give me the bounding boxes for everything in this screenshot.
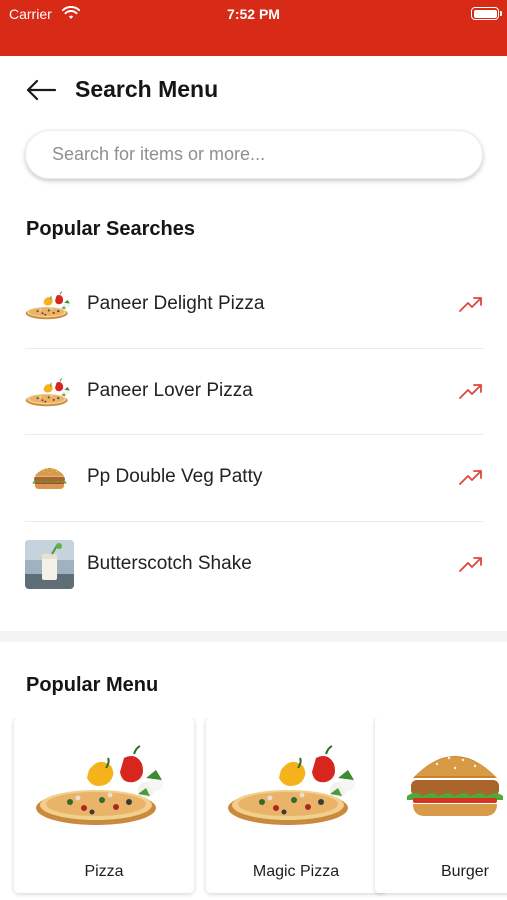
list-item[interactable]: Paneer Lover Pizza	[0, 349, 507, 435]
popular-menu-title: Popular Menu	[26, 674, 159, 696]
burger-image	[385, 738, 507, 828]
trending-up-icon	[459, 556, 482, 572]
item-label: Paneer Delight Pizza	[87, 293, 265, 314]
shake-thumbnail	[25, 540, 74, 589]
item-label: Paneer Lover Pizza	[87, 379, 253, 401]
section-divider	[0, 631, 507, 642]
clock: 7:52 PM	[227, 6, 280, 22]
pizza-image	[226, 738, 366, 828]
list-item[interactable]: Pp Double Veg Patty	[0, 435, 507, 522]
trending-up-icon	[459, 297, 482, 312]
trending-up-icon	[459, 383, 482, 399]
pizza-image	[34, 738, 174, 828]
header: Search Menu	[0, 56, 507, 122]
popular-searches-title: Popular Searches	[26, 218, 195, 240]
menu-card-magic-pizza[interactable]: Magic Pizza	[206, 718, 386, 893]
pizza-thumbnail	[25, 280, 74, 329]
page-title: Search Menu	[75, 76, 219, 102]
item-label: Pp Double Veg Patty	[87, 466, 263, 487]
arrow-left-icon[interactable]	[24, 76, 58, 104]
pizza-thumbnail	[25, 367, 74, 416]
menu-card-label: Pizza	[84, 863, 124, 880]
list-item[interactable]: Butterscotch Shake	[0, 522, 507, 609]
menu-card-pizza[interactable]: Pizza	[14, 718, 194, 893]
popular-menu-carousel[interactable]: Pizza Magic Pizza Burger	[0, 718, 507, 900]
status-bar: Carrier 7:52 PM	[0, 0, 507, 56]
search-input[interactable]	[26, 131, 482, 178]
menu-card-label: Magic Pizza	[252, 863, 340, 880]
search-bar	[25, 130, 483, 179]
burger-thumbnail	[25, 453, 74, 502]
menu-card-label: Burger	[440, 863, 490, 880]
list-item[interactable]: Paneer Delight Pizza	[0, 262, 507, 349]
battery-icon	[471, 7, 502, 20]
item-label: Butterscotch Shake	[87, 552, 252, 574]
popular-searches-list: Paneer Delight Pizza Paneer Lover Pizza …	[0, 262, 507, 608]
trending-up-icon	[459, 470, 482, 485]
menu-card-burger[interactable]: Burger	[375, 718, 507, 893]
